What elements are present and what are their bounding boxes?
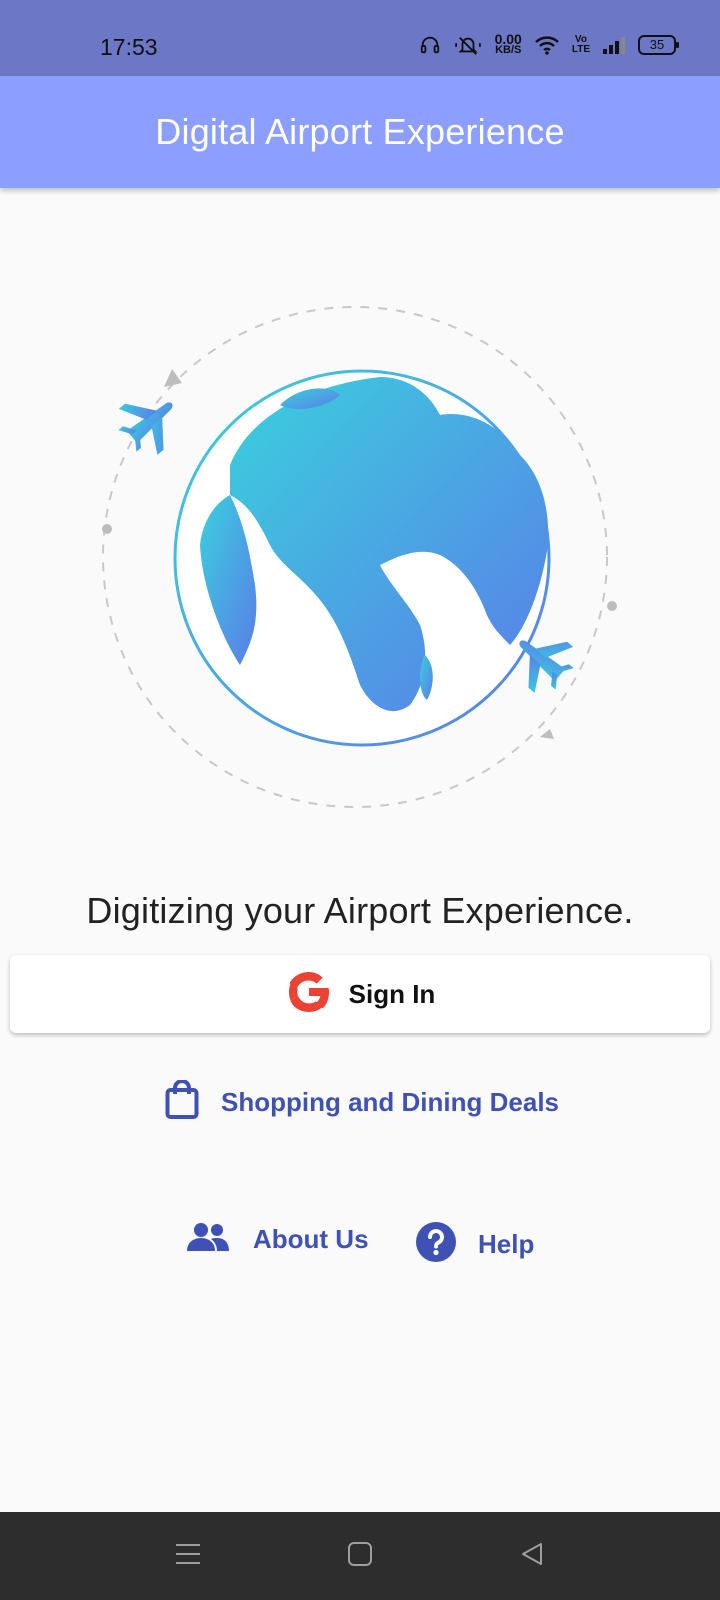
globe-illustration — [102, 306, 617, 808]
headset-icon — [419, 34, 441, 56]
menu-button[interactable] — [148, 1512, 228, 1600]
tagline: Digitizing your Airport Experience. — [86, 890, 634, 931]
sign-in-label: Sign In — [348, 978, 436, 1009]
hero-illustration — [80, 265, 650, 855]
app-title: Digital Airport Experience — [155, 111, 565, 152]
status-icons: 0.00 KB/S Vo LTE 35 — [419, 32, 679, 56]
volte-icon: Vo LTE — [572, 35, 590, 55]
status-bar: 17:53 0.00 KB/S Vo LTE 35 — [0, 0, 720, 76]
status-time: 17:53 — [100, 34, 158, 60]
battery-icon: 35 — [638, 35, 679, 55]
mute-icon — [453, 34, 483, 56]
people-icon — [185, 1222, 231, 1257]
shopping-bag-icon — [165, 1079, 199, 1125]
screen: 17:53 0.00 KB/S Vo LTE 35 Digital Airpor… — [0, 0, 720, 1600]
shopping-dining-deals-label: Shopping and Dining Deals — [221, 1087, 559, 1117]
help-label: Help — [478, 1229, 535, 1259]
google-sign-in-button[interactable]: Sign In — [10, 955, 710, 1033]
home-icon — [347, 1541, 373, 1572]
shopping-dining-deals-link[interactable]: Shopping and Dining Deals — [165, 1079, 559, 1125]
about-us-link[interactable]: About Us — [185, 1222, 369, 1257]
home-button[interactable] — [320, 1512, 400, 1600]
google-icon — [285, 968, 333, 1021]
airplane-icon — [118, 402, 173, 455]
about-us-label: About Us — [253, 1224, 369, 1254]
volte-bottom: LTE — [571, 44, 590, 55]
signal-icon — [602, 36, 626, 54]
navigation-bar — [0, 1512, 720, 1600]
back-icon — [519, 1541, 545, 1572]
app-bar: Digital Airport Experience — [0, 76, 720, 188]
wifi-icon — [534, 34, 560, 56]
back-button[interactable] — [492, 1512, 572, 1600]
help-link[interactable]: Help — [416, 1222, 534, 1267]
menu-icon — [175, 1542, 201, 1571]
net-speed: 0.00 KB/S — [495, 32, 522, 56]
help-icon — [416, 1222, 456, 1267]
net-speed-unit: KB/S — [495, 44, 522, 56]
